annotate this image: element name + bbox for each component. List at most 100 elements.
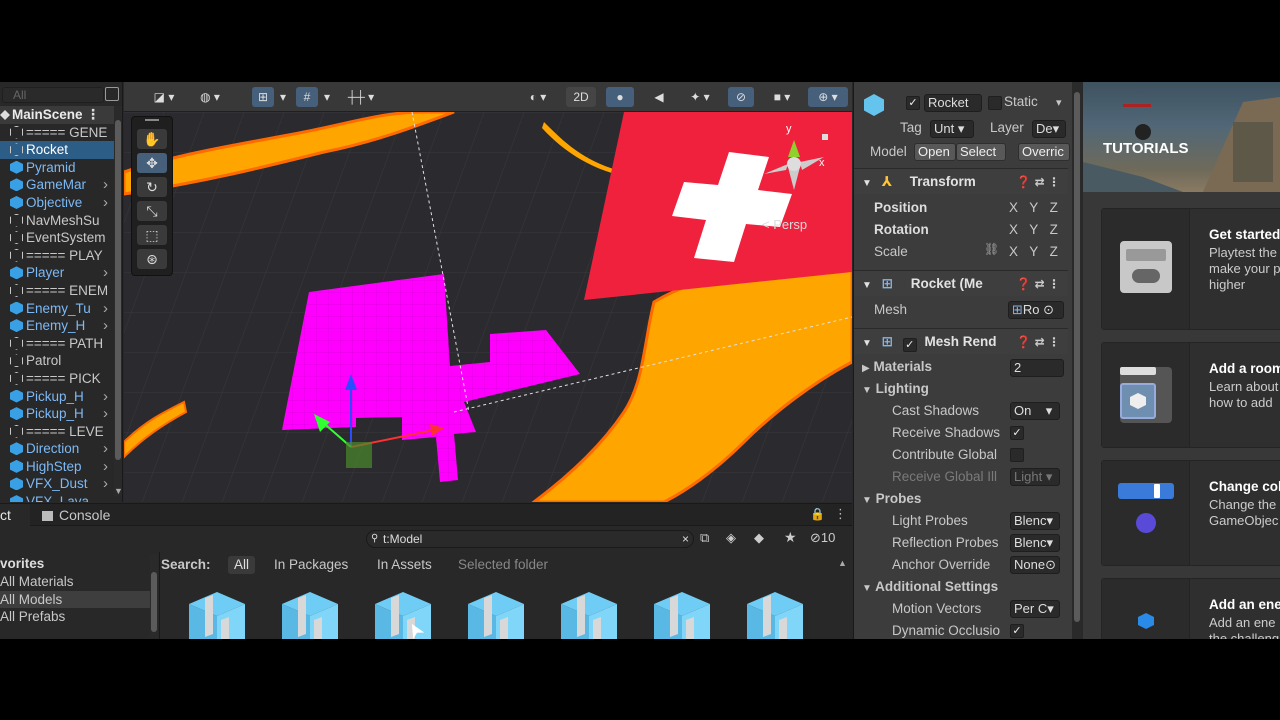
object-picker-icon[interactable]: ⊙ <box>1045 557 1056 572</box>
transform-tool-button[interactable]: ⊛ <box>137 249 167 269</box>
scene-search-icon[interactable] <box>105 87 119 101</box>
favorites-header[interactable]: vorites <box>0 555 150 573</box>
clear-search-icon[interactable]: × <box>682 531 689 547</box>
chevron-right-icon[interactable]: › <box>103 475 108 493</box>
scene-root-row[interactable]: MainScene ⋮ <box>0 106 114 124</box>
inspector-scrollbar[interactable] <box>1072 82 1082 639</box>
hierarchy-item[interactable]: ===== PLAY <box>0 247 114 265</box>
hierarchy-item[interactable]: Objective › <box>0 194 114 212</box>
global-toggle-dropdown[interactable]: ◍ ▾ <box>190 87 230 107</box>
scroll-up-arrow-icon[interactable]: ▲ <box>838 558 847 568</box>
filter-by-label-icon[interactable]: ◆ <box>754 530 764 546</box>
model-asset-thumbnail[interactable] <box>652 592 712 639</box>
2d-toggle-button[interactable]: 2D <box>566 87 596 107</box>
contribute-global-checkbox[interactable] <box>1010 448 1024 462</box>
scope-in-assets-button[interactable]: In Assets <box>371 556 438 574</box>
light-probes-dropdown[interactable]: Blenc▾ <box>1010 512 1060 530</box>
mesh-object-field[interactable]: ⊞Ro ⊙ <box>1008 301 1064 319</box>
motion-vectors-dropdown[interactable]: Per C▾ <box>1010 600 1060 618</box>
scope-selected-folder-button[interactable]: Selected folder <box>452 556 554 574</box>
model-asset-thumbnail[interactable] <box>280 592 340 639</box>
hierarchy-item[interactable]: VFX_Dust › <box>0 475 114 493</box>
hierarchy-item[interactable]: HighStep › <box>0 458 114 476</box>
hierarchy-scrollbar[interactable] <box>114 106 122 496</box>
help-icon[interactable]: ❓ <box>1016 335 1031 349</box>
search-by-type-icon[interactable]: ⧉ <box>700 530 709 546</box>
chevron-right-icon[interactable]: › <box>103 176 108 194</box>
scene-viewport[interactable]: y x < Persp ✋ ✥ ↻ ⤡ ⬚ ⊛ <box>124 110 852 502</box>
draw-mode-dropdown[interactable]: ◪ ▾ <box>144 87 184 107</box>
hierarchy-item[interactable]: Pyramid <box>0 159 114 177</box>
probes-foldout[interactable]: ▼ Probes <box>862 491 1002 513</box>
rotate-tool-button[interactable]: ↻ <box>137 177 167 197</box>
dynamic-occlusion-checkbox[interactable]: ✓ <box>1010 624 1024 638</box>
hierarchy-item[interactable]: ===== PATH <box>0 335 114 353</box>
hidden-packages-toggle[interactable]: ⊘10 <box>810 530 835 546</box>
hierarchy-item[interactable]: NavMeshSu <box>0 212 114 230</box>
filter-by-type-icon[interactable]: ◈ <box>726 530 736 546</box>
materials-foldout[interactable]: ▶ Materials <box>862 359 1002 381</box>
select-button[interactable]: Select <box>956 143 1006 161</box>
presets-icon[interactable]: ⇄ <box>1035 277 1045 291</box>
chevron-down-icon[interactable]: ▾ <box>1056 96 1062 109</box>
help-icon[interactable]: ❓ <box>1016 175 1031 189</box>
open-button[interactable]: Open <box>914 143 956 161</box>
hierarchy-item[interactable]: VFX_Lava <box>0 493 114 502</box>
drag-handle[interactable] <box>145 119 159 121</box>
hierarchy-item[interactable]: Pickup_H › <box>0 388 114 406</box>
grid-snap-toggle[interactable]: # <box>296 87 318 107</box>
scale-tool-button[interactable]: ⤡ <box>137 201 167 221</box>
reflection-probes-dropdown[interactable]: Blenc▾ <box>1010 534 1060 552</box>
hierarchy-item[interactable]: Enemy_H › <box>0 317 114 335</box>
chevron-right-icon[interactable]: › <box>103 194 108 212</box>
materials-count-field[interactable]: 2 <box>1010 359 1064 377</box>
chevron-right-icon[interactable]: › <box>103 300 108 318</box>
object-name-field[interactable]: Rocket <box>924 94 982 112</box>
scale-xyz[interactable]: X Y Z <box>1009 244 1069 266</box>
transform-header[interactable]: ▼ ⅄ Transform ❓ ⇄ ⋮ <box>854 168 1068 194</box>
hierarchy-item[interactable]: ===== ENEM <box>0 282 114 300</box>
hierarchy-item[interactable]: EventSystem <box>0 229 114 247</box>
increment-snap-dropdown[interactable]: ┼┼ ▾ <box>342 87 380 107</box>
favorite-all-materials[interactable]: All Materials <box>0 573 150 591</box>
tab-project[interactable]: ct <box>0 504 30 526</box>
move-snap-toggle[interactable]: ⊞ <box>252 87 274 107</box>
overrides-dropdown[interactable]: Overric <box>1018 143 1070 161</box>
active-checkbox[interactable]: ✓ <box>906 96 920 110</box>
chevron-right-icon[interactable]: › <box>103 264 108 282</box>
hierarchy-item[interactable]: Pickup_H › <box>0 405 114 423</box>
audio-toggle[interactable]: ◀ <box>648 87 670 107</box>
constrain-proportions-icon[interactable]: ⛓ <box>984 242 999 256</box>
tab-console[interactable]: Console <box>36 504 126 526</box>
hierarchy-item[interactable]: ===== PICK <box>0 370 114 388</box>
kebab-menu-icon[interactable]: ⋮ <box>1048 175 1060 189</box>
kebab-menu-icon[interactable]: ⋮ <box>1048 277 1060 291</box>
position-xyz[interactable]: X Y Z <box>1009 200 1069 222</box>
model-asset-thumbnail[interactable] <box>466 592 526 639</box>
lighting-foldout[interactable]: ▼ Lighting <box>862 381 1002 403</box>
chevron-right-icon[interactable]: › <box>103 388 108 406</box>
rect-tool-button[interactable]: ⬚ <box>137 225 167 245</box>
project-search-input[interactable]: ⚲ t:Model × <box>366 530 694 548</box>
scroll-down-arrow-icon[interactable]: ▼ <box>114 486 122 496</box>
layer-dropdown[interactable]: De▾ <box>1032 120 1066 138</box>
tutorial-card-get-started[interactable]: Get started Playtest the make your p highe… <box>1101 208 1280 330</box>
hierarchy-item[interactable]: Enemy_Tu › <box>0 300 114 318</box>
mesh-renderer-enabled-checkbox[interactable]: ✓ <box>902 338 917 352</box>
model-asset-thumbnail[interactable] <box>745 592 805 639</box>
lock-icon[interactable]: 🔒 <box>810 507 825 521</box>
presets-icon[interactable]: ⇄ <box>1035 175 1045 189</box>
kebab-menu-icon[interactable]: ⋮ <box>834 506 847 522</box>
favorites-scrollbar[interactable] <box>150 554 158 638</box>
persp-label[interactable]: < Persp <box>762 217 807 232</box>
kebab-menu-icon[interactable]: ⋮ <box>86 106 100 124</box>
lighting-toggle[interactable]: ● <box>606 87 634 107</box>
chevron-right-icon[interactable]: › <box>103 405 108 423</box>
anchor-override-field[interactable]: None⊙ <box>1010 556 1060 574</box>
receive-shadows-checkbox[interactable]: ✓ <box>1010 426 1024 440</box>
hand-tool-button[interactable]: ✋ <box>137 129 167 149</box>
tutorial-card-change-color[interactable]: Change col Change the GameObjec <box>1101 460 1280 566</box>
grid-snap-dropdown[interactable]: ▾ <box>320 87 334 107</box>
favorite-all-prefabs[interactable]: All Prefabs <box>0 608 150 626</box>
mesh-filter-header[interactable]: ▼ ⊞ Rocket (Me ❓ ⇄ ⋮ <box>854 270 1068 296</box>
